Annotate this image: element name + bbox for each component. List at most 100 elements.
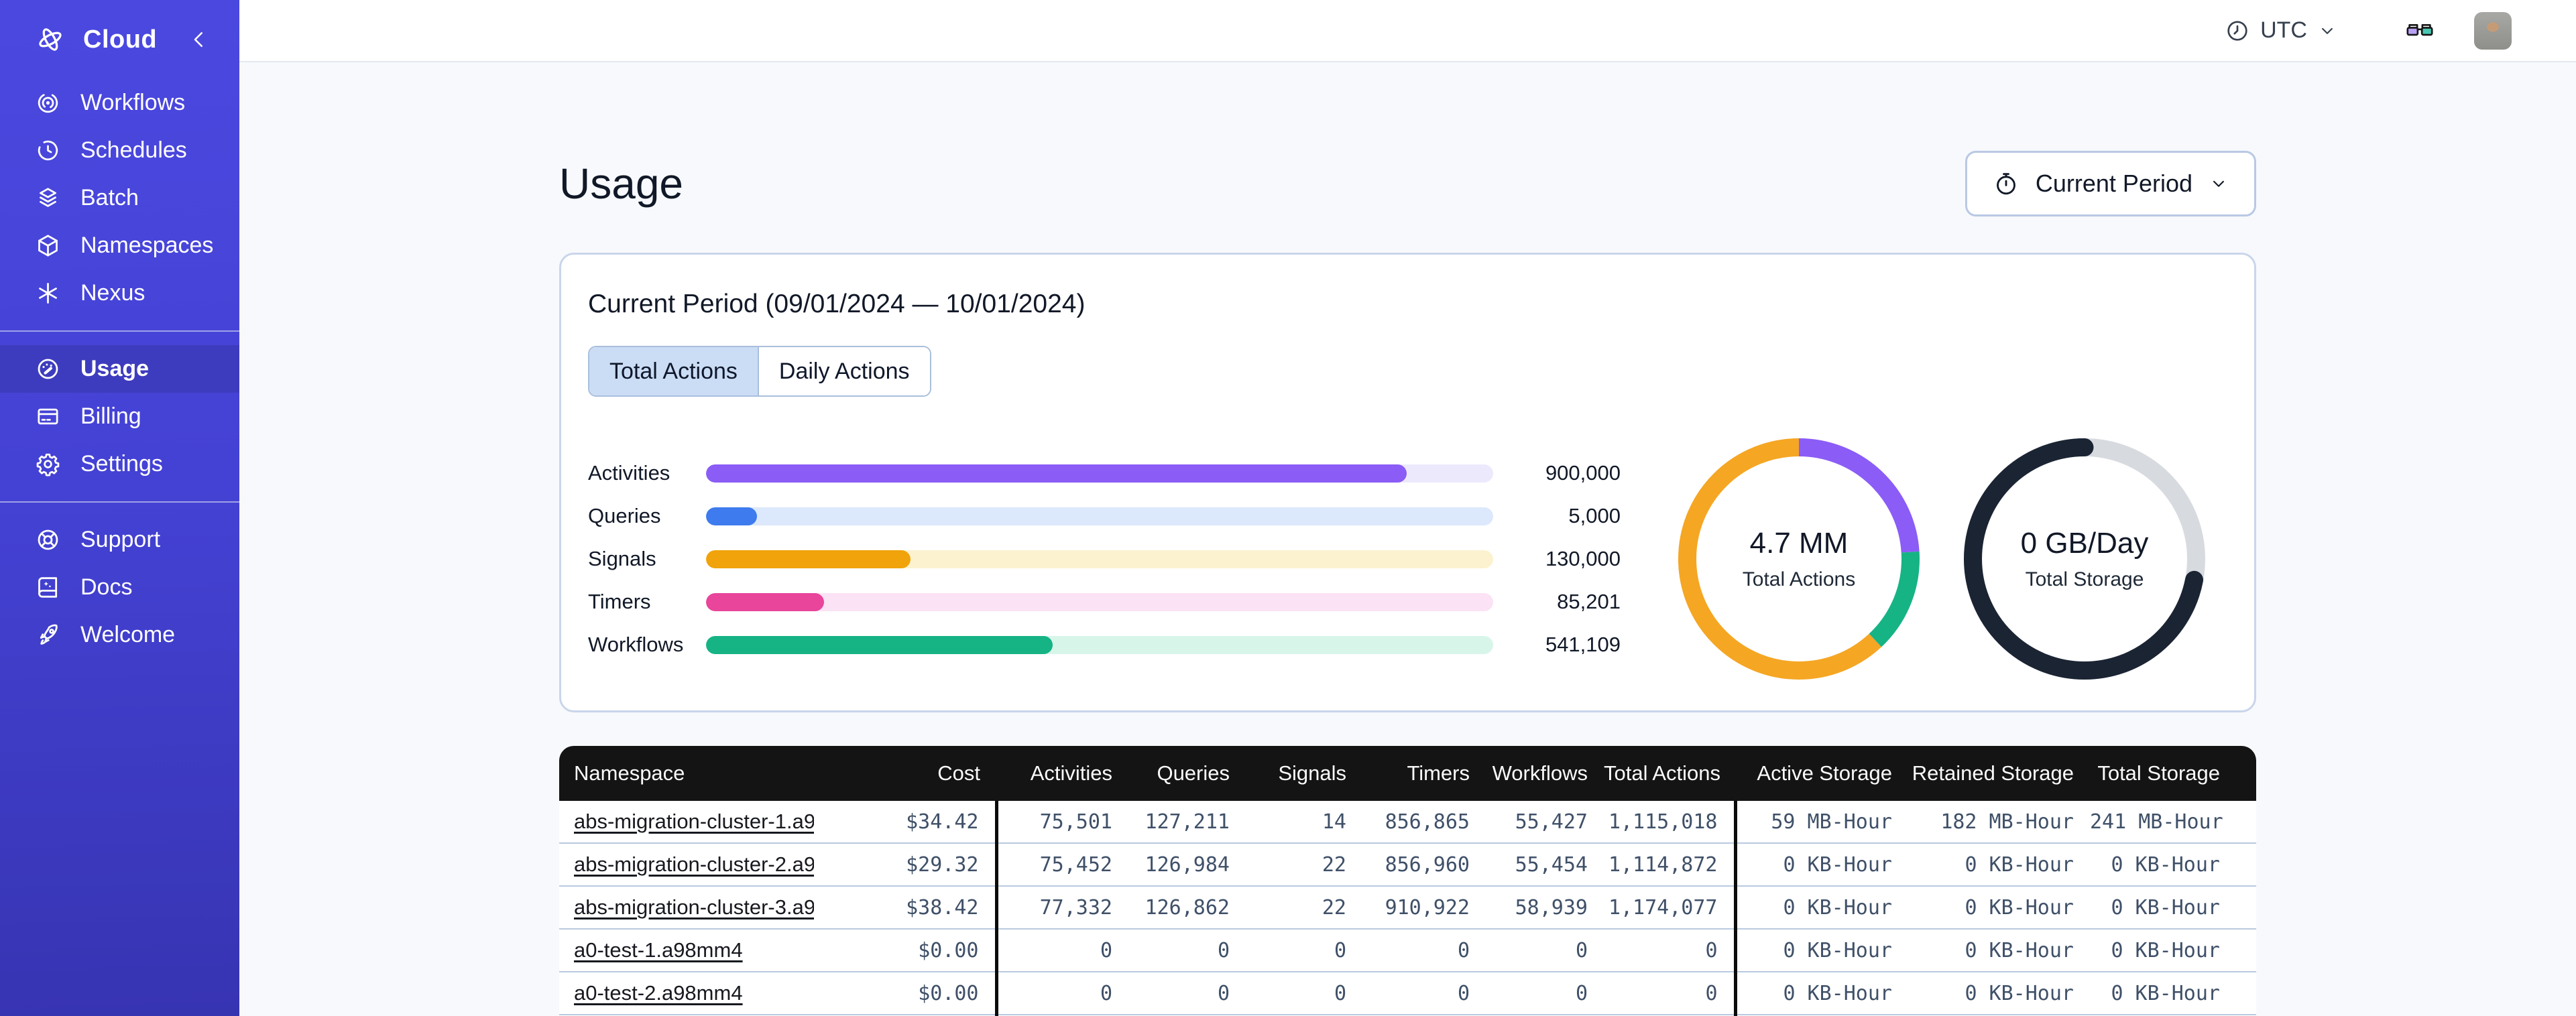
cell-total-storage: 0 KB-Hour [2090, 929, 2256, 972]
tab-daily-actions[interactable]: Daily Actions [757, 347, 930, 395]
column-header-workflows: Workflows [1486, 746, 1604, 801]
main-content: Usage Current Period Current Period (09/… [239, 64, 2576, 1016]
namespace-link[interactable]: a0-test-1.a98mm4 [574, 938, 743, 962]
cell-cost: $34.42 [814, 801, 996, 844]
brand-label: Cloud [83, 25, 158, 54]
bar-row-queries: Queries 5,000 [588, 495, 1621, 537]
docs-icon [35, 574, 61, 600]
bar-value: 5,000 [1568, 504, 1621, 527]
sidebar-item-workflows[interactable]: Workflows [0, 79, 239, 127]
sidebar-item-namespaces[interactable]: Namespaces [0, 222, 239, 269]
namespace-link[interactable]: abs-migration-cluster-2.a98mm4 [574, 852, 814, 876]
sidebar-item-label: Billing [80, 403, 141, 429]
period-button-label: Current Period [2035, 170, 2192, 197]
bar-fill [706, 635, 1053, 654]
support-icon [35, 527, 61, 553]
sidebar-item-billing[interactable]: Billing [0, 393, 239, 440]
chevron-down-icon [2317, 21, 2337, 41]
namespace-link[interactable]: abs-migration-cluster-3.a98mm4 [574, 895, 814, 919]
sidebar-item-batch[interactable]: Batch [0, 174, 239, 222]
column-header-namespace: Namespace [559, 746, 814, 801]
column-header-timers: Timers [1362, 746, 1486, 801]
account-chevron-down-icon[interactable] [2529, 20, 2551, 42]
column-header-total-actions: Total Actions [1604, 746, 1735, 801]
avatar[interactable] [2474, 11, 2512, 50]
chevron-left-icon[interactable] [187, 27, 211, 52]
cell-cost: $0.00 [814, 929, 996, 972]
bar-row-workflows: Workflows 541,109 [588, 623, 1621, 666]
sidebar-item-label: Usage [80, 356, 150, 381]
sidebar-nav: Workflows Schedules Batch Namespaces Nexus Us… [0, 79, 239, 659]
nexus-icon [35, 280, 61, 306]
cell-queries: 0 [1128, 972, 1246, 1015]
bar-row-signals: Signals 130,000 [588, 537, 1621, 580]
bar-label: Activities [588, 461, 670, 485]
bar-label: Workflows [588, 633, 684, 656]
cell-active-storage: 0 KB-Hour [1733, 843, 1908, 887]
cell-timers: 0 [1362, 929, 1486, 972]
namespaces-icon [35, 233, 61, 259]
glasses-icon[interactable] [2402, 17, 2438, 45]
bar-track [706, 635, 1493, 654]
table-header-row: Namespace Cost Activities Queries Signals Tim… [559, 746, 2256, 801]
sidebar-item-label: Support [80, 527, 161, 552]
namespace-link[interactable]: abs-migration-cluster-1.a98mm4 [574, 810, 814, 833]
topbar: UTC [239, 0, 2576, 62]
sidebar-item-schedules[interactable]: Schedules [0, 127, 239, 174]
cell-total-actions: 1,114,872 [1604, 843, 1735, 887]
cell-activities: 0 [994, 972, 1128, 1015]
sidebar-item-label: Welcome [80, 622, 176, 647]
sidebar-item-docs[interactable]: Docs [0, 564, 239, 611]
cell-signals: 0 [1246, 972, 1362, 1015]
sidebar-item-welcome[interactable]: Welcome [0, 611, 239, 659]
bar-value: 541,109 [1545, 633, 1621, 656]
bar-track [706, 464, 1493, 483]
column-header-total-storage: Total Storage [2090, 746, 2256, 801]
workflows-icon [35, 90, 61, 116]
period-selector-button[interactable]: Current Period [1965, 151, 2256, 216]
column-header-queries: Queries [1128, 746, 1246, 801]
cell-retained-storage: 0 KB-Hour [1908, 843, 2090, 887]
bar-value: 130,000 [1545, 547, 1621, 570]
namespace-cell: abs-migration-cluster-1.a98mm4 [559, 801, 814, 844]
cell-retained-storage: 182 MB-Hour [1908, 801, 2090, 844]
donut-value: 4.7 MM [1749, 527, 1849, 560]
timezone-selector[interactable]: UTC [2225, 17, 2337, 44]
page-title: Usage [559, 160, 683, 208]
sidebar-item-label: Namespaces [80, 233, 214, 258]
cell-active-storage: 59 MB-Hour [1733, 801, 1908, 844]
sidebar-item-label: Nexus [80, 280, 145, 306]
table-row: a0-test-2.a98mm4 $0.00 0 0 0 0 0 0 0 KB-Hour 0 KB… [559, 972, 2256, 1015]
cell-signals: 14 [1246, 801, 1362, 844]
bar-fill [706, 592, 825, 611]
chevron-down-icon [2209, 174, 2229, 194]
table-row: a0-test-1.a98mm4 $0.00 0 0 0 0 0 0 0 KB-Hour 0 KB… [559, 929, 2256, 972]
settings-icon [35, 451, 61, 477]
cell-workflows: 0 [1486, 972, 1604, 1015]
tab-total-actions[interactable]: Total Actions [589, 347, 758, 395]
actions-tabs: Total Actions Daily Actions [588, 346, 931, 397]
usage-icon [35, 356, 61, 382]
column-header-retained-storage: Retained Storage [1908, 746, 2090, 801]
bar-label: Timers [588, 590, 651, 613]
cell-workflows: 58,939 [1486, 886, 1604, 930]
cell-retained-storage: 0 KB-Hour [1908, 929, 2090, 972]
cell-cost: $38.42 [814, 886, 996, 930]
cell-timers: 856,960 [1362, 843, 1486, 887]
bar-fill [706, 464, 1407, 483]
cell-workflows: 0 [1486, 929, 1604, 972]
cell-total-actions: 0 [1604, 929, 1735, 972]
sidebar-item-nexus[interactable]: Nexus [0, 269, 239, 317]
column-header-activities: Activities [996, 746, 1128, 801]
donut-center: 4.7 MM Total Actions [1678, 438, 1920, 680]
cell-signals: 22 [1246, 886, 1362, 930]
bar-label: Queries [588, 504, 661, 527]
billing-icon [35, 403, 61, 430]
sidebar-item-settings[interactable]: Settings [0, 440, 239, 488]
sidebar-item-support[interactable]: Support [0, 516, 239, 564]
bar-label: Signals [588, 547, 656, 570]
namespace-cell: abs-migration-cluster-2.a98mm4 [559, 843, 814, 887]
namespace-link[interactable]: a0-test-2.a98mm4 [574, 981, 743, 1005]
sidebar-item-usage[interactable]: Usage [0, 345, 239, 393]
cell-retained-storage: 0 KB-Hour [1908, 886, 2090, 930]
